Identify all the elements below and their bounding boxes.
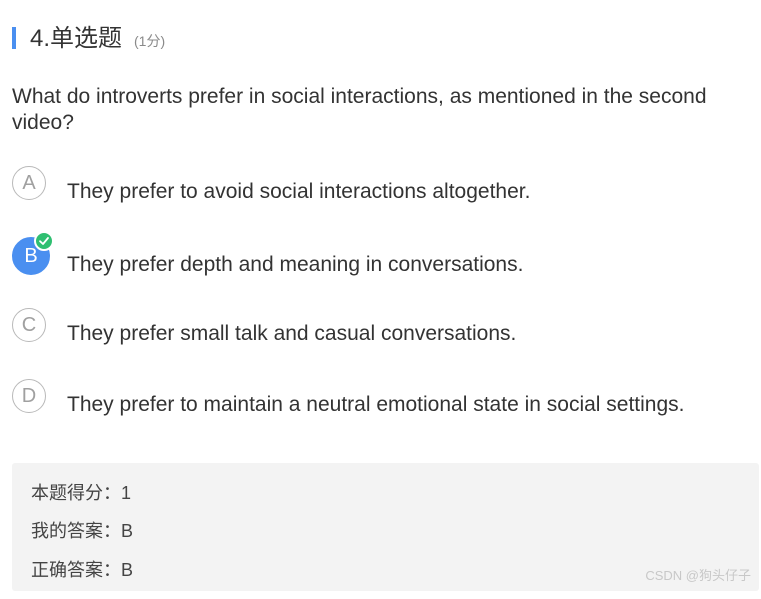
option-text[interactable]: They prefer to maintain a neutral emotio… bbox=[67, 393, 685, 417]
my-answer-line: 我的答案：B bbox=[31, 521, 134, 541]
header-accent-bar bbox=[12, 27, 16, 49]
question-text: What do introverts prefer in social inte… bbox=[12, 85, 707, 134]
option-letter-circle[interactable]: C bbox=[12, 308, 46, 342]
score-line: 本题得分：1 bbox=[31, 483, 132, 503]
option-letter-circle[interactable]: D bbox=[12, 379, 46, 413]
watermark: CSDN @狗头仔子 bbox=[645, 568, 751, 583]
question-type-title: 4.单选题 bbox=[30, 25, 123, 52]
option-text[interactable]: They prefer to avoid social interactions… bbox=[67, 180, 530, 204]
option-text[interactable]: They prefer small talk and casual conver… bbox=[67, 322, 516, 346]
option-letter-circle[interactable]: A bbox=[12, 166, 46, 200]
question-points: (1分) bbox=[134, 33, 166, 49]
question-header: 4.单选题 (1分) bbox=[12, 24, 165, 54]
answer-result-panel: 本题得分：1 我的答案：B 正确答案：B CSDN @狗头仔子 bbox=[12, 463, 759, 591]
correct-answer-line: 正确答案：B bbox=[31, 560, 134, 580]
option-text[interactable]: They prefer depth and meaning in convers… bbox=[67, 253, 523, 277]
check-icon bbox=[34, 231, 54, 251]
